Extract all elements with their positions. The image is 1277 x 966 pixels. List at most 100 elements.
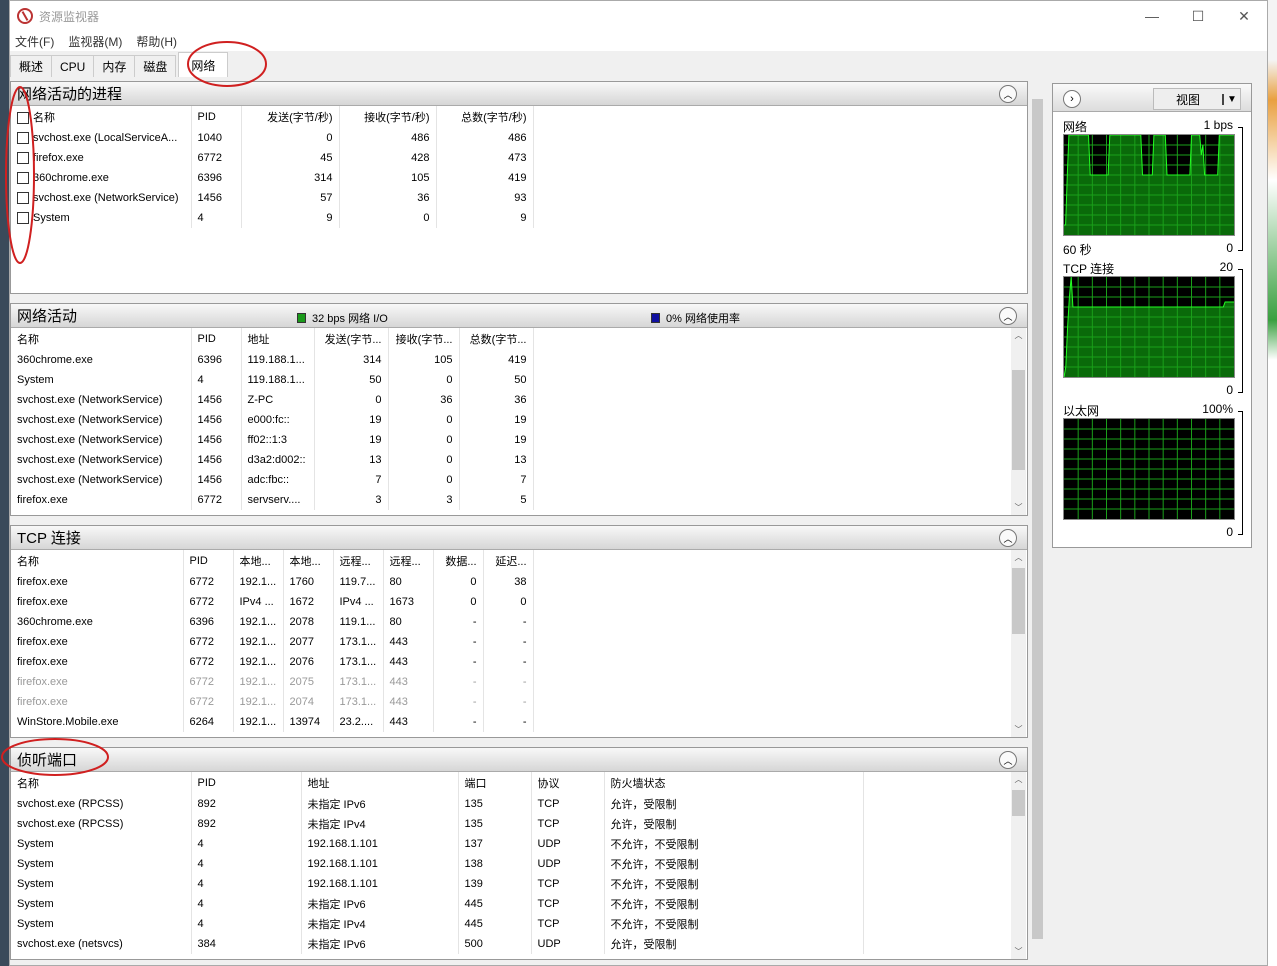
column-header[interactable]: 协议 bbox=[531, 772, 605, 794]
cell-text: 473 bbox=[508, 152, 527, 164]
column-header[interactable]: 总数(字节/秒) bbox=[436, 106, 534, 128]
table-cell: 36 bbox=[388, 390, 460, 410]
column-header[interactable]: 本地... bbox=[283, 550, 334, 572]
table-row[interactable]: svchost.exe (NetworkService) 1456 e000:fc:… bbox=[11, 410, 534, 430]
column-header[interactable]: 地址 bbox=[301, 772, 459, 794]
menu-file[interactable]: 文件(F) bbox=[15, 33, 54, 50]
scroll-down-icon[interactable]: ﹀ bbox=[1011, 944, 1026, 959]
tab-disk[interactable]: 磁盘 bbox=[134, 55, 177, 77]
table-row[interactable]: System 4 192.168.1.101 138 UDP 不允许，不受限制 bbox=[11, 854, 864, 874]
table-row[interactable]: firefox.exe 6772 servserv.... 3 3 5 bbox=[11, 490, 534, 510]
table-scrollbar[interactable]: ︿ ﹀ bbox=[1011, 328, 1026, 515]
column-header[interactable]: PID bbox=[183, 550, 234, 572]
table-row[interactable]: firefox.exe 6772 192.1... 2074 173.1... 443 - - bbox=[11, 692, 534, 712]
row-checkbox[interactable] bbox=[17, 172, 29, 185]
column-header[interactable]: 防火墙状态 bbox=[604, 772, 864, 794]
column-header[interactable]: 名称 bbox=[11, 106, 192, 128]
table-row[interactable]: firefox.exe 6772 IPv4 ... 1672 IPv4 ... 1673 0… bbox=[11, 592, 534, 612]
cell-text: TCP bbox=[537, 918, 560, 930]
column-header[interactable]: 名称 bbox=[11, 772, 192, 794]
column-header[interactable]: 端口 bbox=[458, 772, 532, 794]
scroll-down-icon[interactable]: ﹀ bbox=[1011, 722, 1026, 737]
scroll-up-icon[interactable]: ︿ bbox=[1011, 550, 1026, 565]
tab-network[interactable]: 网络 bbox=[178, 52, 229, 77]
table-row[interactable]: System 4 未指定 IPv6 445 TCP 不允许，不受限制 bbox=[11, 894, 864, 914]
table-row[interactable]: 360chrome.exe 6396 192.1... 2078 119.1... 80 -… bbox=[11, 612, 534, 632]
table-row[interactable]: 360chrome.exe 6396 119.188.1... 314 105 419 bbox=[11, 350, 534, 370]
tcp-header[interactable]: TCP 连接 ︿ bbox=[11, 526, 1027, 550]
column-header[interactable]: 远程... bbox=[333, 550, 384, 572]
table-row[interactable]: firefox.exe 6772 192.1... 2077 173.1... 443 - - bbox=[11, 632, 534, 652]
table-row[interactable]: System 4 9 0 9 bbox=[11, 208, 534, 228]
minimize-button[interactable]: — bbox=[1129, 1, 1175, 31]
table-row[interactable]: System 4 未指定 IPv4 445 TCP 不允许，不受限制 bbox=[11, 914, 864, 934]
table-row[interactable]: svchost.exe (NetworkService) 1456 adc:fbc:… bbox=[11, 470, 534, 490]
tab-cpu[interactable]: CPU bbox=[51, 55, 95, 77]
row-checkbox[interactable] bbox=[17, 212, 29, 225]
collapse-icon[interactable]: ︿ bbox=[999, 751, 1017, 769]
column-header[interactable]: 总数(字节... bbox=[459, 328, 534, 350]
table-row[interactable]: svchost.exe (NetworkService) 1456 ff02::1:… bbox=[11, 430, 534, 450]
column-header[interactable]: 名称 bbox=[11, 550, 184, 572]
column-header[interactable]: 发送(字节... bbox=[314, 328, 389, 350]
table-row[interactable]: WinStore.Mobile.exe 6264 192.1... 13974 23.2… bbox=[11, 712, 534, 732]
row-checkbox[interactable] bbox=[17, 152, 29, 165]
select-all-checkbox[interactable] bbox=[17, 112, 29, 125]
table-scrollbar[interactable]: ︿ ﹀ bbox=[1011, 550, 1026, 737]
activity-header[interactable]: 网络活动 32 bps 网络 I/O 0% 网络使用率 ︿ bbox=[11, 304, 1027, 328]
table-scrollbar[interactable]: ︿ ﹀ bbox=[1011, 772, 1026, 959]
scroll-up-icon[interactable]: ︿ bbox=[1011, 328, 1026, 343]
main-scrollbar[interactable] bbox=[1030, 81, 1045, 959]
scroll-thumb[interactable] bbox=[1032, 99, 1043, 939]
cell-text: 443 bbox=[389, 676, 408, 688]
column-header[interactable]: 远程... bbox=[383, 550, 434, 572]
column-header[interactable]: PID bbox=[191, 328, 242, 350]
row-checkbox[interactable] bbox=[17, 132, 29, 145]
view-dropdown[interactable]: 视图 ▼ bbox=[1153, 88, 1241, 110]
collapse-icon[interactable]: ︿ bbox=[999, 85, 1017, 103]
processes-header[interactable]: 网络活动的进程 ︿ bbox=[11, 82, 1027, 106]
column-header[interactable]: 接收(字节/秒) bbox=[339, 106, 437, 128]
column-header[interactable]: PID bbox=[191, 106, 242, 128]
table-cell: 4 bbox=[191, 914, 302, 934]
column-header[interactable]: 地址 bbox=[241, 328, 315, 350]
table-row[interactable]: System 4 192.168.1.101 139 TCP 不允许，不受限制 bbox=[11, 874, 864, 894]
table-row[interactable]: svchost.exe (LocalServiceA... 1040 0 486 486 bbox=[11, 128, 534, 148]
table-row[interactable]: 360chrome.exe 6396 314 105 419 bbox=[11, 168, 534, 188]
column-header[interactable]: 发送(字节/秒) bbox=[241, 106, 340, 128]
table-row[interactable]: System 4 119.188.1... 50 0 50 bbox=[11, 370, 534, 390]
menu-help[interactable]: 帮助(H) bbox=[136, 33, 177, 50]
column-header[interactable]: 数据... bbox=[433, 550, 484, 572]
scroll-thumb[interactable] bbox=[1012, 568, 1025, 634]
close-button[interactable]: ✕ bbox=[1221, 1, 1267, 31]
column-header[interactable]: 名称 bbox=[11, 328, 192, 350]
column-header[interactable]: 延迟... bbox=[483, 550, 534, 572]
scroll-thumb[interactable] bbox=[1012, 370, 1025, 470]
column-header[interactable]: PID bbox=[191, 772, 302, 794]
menu-monitor[interactable]: 监视器(M) bbox=[68, 33, 122, 50]
scroll-thumb[interactable] bbox=[1012, 790, 1025, 816]
listening-header[interactable]: 侦听端口 ︿ bbox=[11, 748, 1027, 772]
column-header[interactable]: 本地... bbox=[233, 550, 284, 572]
column-header[interactable]: 接收(字节... bbox=[388, 328, 460, 350]
table-row[interactable]: svchost.exe (NetworkService) 1456 57 36 93 bbox=[11, 188, 534, 208]
expand-icon[interactable]: › bbox=[1063, 90, 1081, 108]
collapse-icon[interactable]: ︿ bbox=[999, 307, 1017, 325]
table-row[interactable]: svchost.exe (NetworkService) 1456 Z-PC 0 36 3… bbox=[11, 390, 534, 410]
table-row[interactable]: firefox.exe 6772 45 428 473 bbox=[11, 148, 534, 168]
scroll-down-icon[interactable]: ﹀ bbox=[1011, 500, 1026, 515]
table-row[interactable]: firefox.exe 6772 192.1... 1760 119.7... 80 0 38 bbox=[11, 572, 534, 592]
table-row[interactable]: firefox.exe 6772 192.1... 2076 173.1... 443 - - bbox=[11, 652, 534, 672]
collapse-icon[interactable]: ︿ bbox=[999, 529, 1017, 547]
row-checkbox[interactable] bbox=[17, 192, 29, 205]
table-row[interactable]: System 4 192.168.1.101 137 UDP 不允许，不受限制 bbox=[11, 834, 864, 854]
table-row[interactable]: svchost.exe (NetworkService) 1456 d3a2:d00… bbox=[11, 450, 534, 470]
maximize-button[interactable]: ☐ bbox=[1175, 1, 1221, 31]
table-row[interactable]: firefox.exe 6772 192.1... 2075 173.1... 443 - - bbox=[11, 672, 534, 692]
table-row[interactable]: svchost.exe (RPCSS) 892 未指定 IPv4 135 TCP 允许，受… bbox=[11, 814, 864, 834]
tab-overview[interactable]: 概述 bbox=[10, 55, 53, 77]
scroll-up-icon[interactable]: ︿ bbox=[1011, 772, 1026, 787]
table-row[interactable]: svchost.exe (RPCSS) 892 未指定 IPv6 135 TCP 允许，受… bbox=[11, 794, 864, 814]
table-row[interactable]: svchost.exe (netsvcs) 384 未指定 IPv6 500 UDP 允许… bbox=[11, 934, 864, 954]
tab-memory[interactable]: 内存 bbox=[93, 55, 136, 77]
